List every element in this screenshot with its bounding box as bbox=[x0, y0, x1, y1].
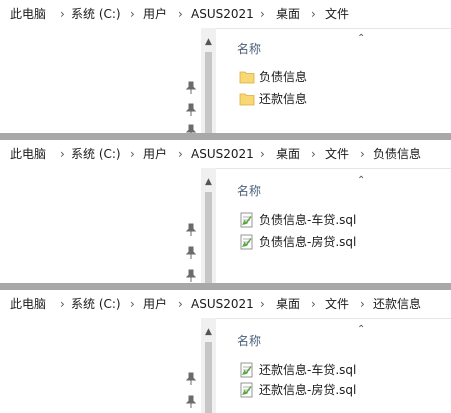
scrollbar[interactable]: ▲ bbox=[201, 28, 216, 133]
navigation-pane[interactable] bbox=[0, 28, 201, 133]
breadcrumb-item-users[interactable]: 用户 bbox=[143, 147, 167, 161]
explorer-panel-3: 此电脑 › 系统 (C:) › 用户 › ASUS2021 › 桌面 › 文件 … bbox=[0, 290, 451, 413]
breadcrumb: 此电脑 › 系统 (C:) › 用户 › ASUS2021 › 桌面 › 文件 bbox=[0, 0, 451, 29]
scrollbar[interactable]: ▲ bbox=[201, 168, 216, 283]
breadcrumb-item-desktop[interactable]: 桌面 bbox=[276, 7, 300, 21]
breadcrumb-item-users[interactable]: 用户 bbox=[143, 7, 167, 21]
sql-file-icon bbox=[240, 382, 253, 398]
chevron-right-icon[interactable]: › bbox=[60, 7, 65, 21]
breadcrumb-item-users[interactable]: 用户 bbox=[143, 297, 167, 311]
pin-icon[interactable] bbox=[186, 246, 196, 260]
sql-file-icon bbox=[240, 362, 253, 378]
breadcrumb-item-this-pc[interactable]: 此电脑 bbox=[10, 147, 46, 161]
chevron-right-icon[interactable]: › bbox=[178, 147, 183, 161]
chevron-right-icon[interactable]: › bbox=[360, 297, 365, 311]
breadcrumb-item-desktop[interactable]: 桌面 bbox=[276, 147, 300, 161]
pin-icon[interactable] bbox=[186, 269, 196, 283]
item-name: 负债信息-车贷.sql bbox=[259, 213, 357, 227]
item-name: 还款信息 bbox=[259, 92, 308, 106]
chevron-right-icon[interactable]: › bbox=[130, 297, 135, 311]
breadcrumb-item-asus2021[interactable]: ASUS2021 bbox=[191, 297, 254, 311]
breadcrumb-item-desktop[interactable]: 桌面 bbox=[276, 297, 300, 311]
breadcrumb-item-files[interactable]: 文件 bbox=[325, 7, 349, 21]
breadcrumb: 此电脑 › 系统 (C:) › 用户 › ASUS2021 › 桌面 › 文件 … bbox=[0, 140, 451, 169]
chevron-right-icon[interactable]: › bbox=[260, 7, 265, 21]
breadcrumb-item-this-pc[interactable]: 此电脑 bbox=[10, 7, 46, 21]
breadcrumb-item-files[interactable]: 文件 bbox=[325, 147, 349, 161]
pin-icon[interactable] bbox=[186, 124, 196, 133]
chevron-right-icon[interactable]: › bbox=[260, 147, 265, 161]
pin-icon[interactable] bbox=[186, 223, 196, 237]
folder-icon bbox=[239, 93, 255, 106]
scroll-up-arrow-icon[interactable]: ▲ bbox=[201, 326, 216, 338]
scrollbar-thumb[interactable] bbox=[205, 52, 212, 133]
breadcrumb-item-system-c[interactable]: 系统 (C:) bbox=[71, 297, 121, 311]
sort-caret-icon[interactable]: ⌃ bbox=[357, 176, 365, 186]
chevron-right-icon[interactable]: › bbox=[130, 147, 135, 161]
chevron-right-icon[interactable]: › bbox=[260, 297, 265, 311]
name-column-header[interactable]: 名称 bbox=[237, 42, 261, 56]
panel-separator bbox=[0, 283, 451, 290]
chevron-right-icon[interactable]: › bbox=[178, 297, 183, 311]
chevron-right-icon[interactable]: › bbox=[130, 7, 135, 21]
item-name: 负债信息 bbox=[259, 70, 308, 84]
breadcrumb-item-repayment-info[interactable]: 还款信息 bbox=[373, 297, 421, 311]
chevron-right-icon[interactable]: › bbox=[360, 147, 365, 161]
pin-icon[interactable] bbox=[186, 395, 196, 409]
chevron-right-icon[interactable]: › bbox=[178, 7, 183, 21]
item-name: 还款信息-房贷.sql bbox=[259, 383, 357, 397]
item-name: 负债信息-房贷.sql bbox=[259, 235, 357, 249]
breadcrumb-item-this-pc[interactable]: 此电脑 bbox=[10, 297, 46, 311]
breadcrumb-item-files[interactable]: 文件 bbox=[325, 297, 349, 311]
panel-separator bbox=[0, 133, 451, 140]
explorer-panel-2: 此电脑 › 系统 (C:) › 用户 › ASUS2021 › 桌面 › 文件 … bbox=[0, 140, 451, 283]
item-name: 还款信息-车贷.sql bbox=[259, 363, 357, 377]
chevron-right-icon[interactable]: › bbox=[311, 147, 316, 161]
sql-file-icon bbox=[240, 212, 253, 228]
scrollbar-thumb[interactable] bbox=[205, 192, 212, 283]
breadcrumb-item-debt-info[interactable]: 负债信息 bbox=[373, 147, 421, 161]
scroll-up-arrow-icon[interactable]: ▲ bbox=[201, 176, 216, 188]
pin-icon[interactable] bbox=[186, 372, 196, 386]
sort-caret-icon[interactable]: ⌃ bbox=[357, 34, 365, 44]
sort-caret-icon[interactable]: ⌃ bbox=[357, 325, 365, 335]
chevron-right-icon[interactable]: › bbox=[60, 297, 65, 311]
breadcrumb-item-system-c[interactable]: 系统 (C:) bbox=[71, 7, 121, 21]
scroll-up-arrow-icon[interactable]: ▲ bbox=[201, 36, 216, 48]
chevron-right-icon[interactable]: › bbox=[60, 147, 65, 161]
scrollbar-thumb[interactable] bbox=[205, 342, 212, 413]
breadcrumb-item-asus2021[interactable]: ASUS2021 bbox=[191, 7, 254, 21]
chevron-right-icon[interactable]: › bbox=[311, 7, 316, 21]
name-column-header[interactable]: 名称 bbox=[237, 334, 261, 348]
chevron-right-icon[interactable]: › bbox=[311, 297, 316, 311]
pin-icon[interactable] bbox=[186, 81, 196, 95]
pin-icon[interactable] bbox=[186, 103, 196, 117]
folder-icon bbox=[239, 71, 255, 84]
breadcrumb-item-system-c[interactable]: 系统 (C:) bbox=[71, 147, 121, 161]
breadcrumb: 此电脑 › 系统 (C:) › 用户 › ASUS2021 › 桌面 › 文件 … bbox=[0, 290, 451, 319]
scrollbar[interactable]: ▲ bbox=[201, 318, 216, 413]
sql-file-icon bbox=[240, 234, 253, 250]
navigation-pane[interactable] bbox=[0, 168, 201, 283]
name-column-header[interactable]: 名称 bbox=[237, 184, 261, 198]
navigation-pane[interactable] bbox=[0, 318, 201, 413]
breadcrumb-item-asus2021[interactable]: ASUS2021 bbox=[191, 147, 254, 161]
explorer-panel-1: 此电脑 › 系统 (C:) › 用户 › ASUS2021 › 桌面 › 文件 … bbox=[0, 0, 451, 133]
